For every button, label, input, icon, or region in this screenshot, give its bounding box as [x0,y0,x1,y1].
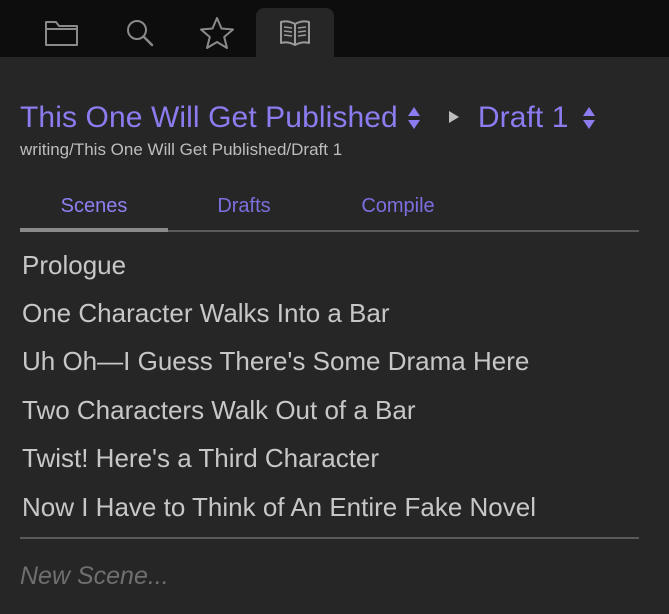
top-toolbar [0,0,669,57]
search-icon [127,19,154,46]
draft-title-select[interactable]: Draft 1 [478,101,569,135]
project-path: writing/This One Will Get Published/Draf… [20,140,343,159]
search-tab[interactable] [101,8,179,57]
tab-compile[interactable]: Compile [338,182,458,230]
book-icon [280,19,310,46]
scene-list: Prologue One Character Walks Into a Bar … [22,241,639,531]
files-tab[interactable] [23,8,101,57]
project-header: This One Will Get Published Draft 1 [20,98,597,138]
project-sort-icon[interactable] [406,103,422,133]
draft-sort-icon[interactable] [581,103,597,133]
view-tabs: Scenes Drafts Compile [20,182,639,232]
scene-item[interactable]: Now I Have to Think of An Entire Fake No… [22,483,639,531]
star-icon [200,16,234,49]
new-scene-input[interactable] [20,556,639,596]
scene-item[interactable]: Two Characters Walk Out of a Bar [22,386,639,434]
project-title-select[interactable]: This One Will Get Published [20,101,398,135]
scene-item[interactable]: Prologue [22,241,639,289]
folder-icon [45,20,78,46]
tab-scenes[interactable]: Scenes [20,182,168,232]
bookmarks-tab[interactable] [178,8,256,57]
scene-list-divider [20,537,639,539]
scene-item[interactable]: One Character Walks Into a Bar [22,289,639,337]
chevron-right-icon [448,110,460,127]
scene-item[interactable]: Twist! Here's a Third Character [22,435,639,483]
longform-tab[interactable] [256,8,334,57]
tab-drafts[interactable]: Drafts [186,182,302,230]
scene-item[interactable]: Uh Oh—I Guess There's Some Drama Here [22,338,639,386]
